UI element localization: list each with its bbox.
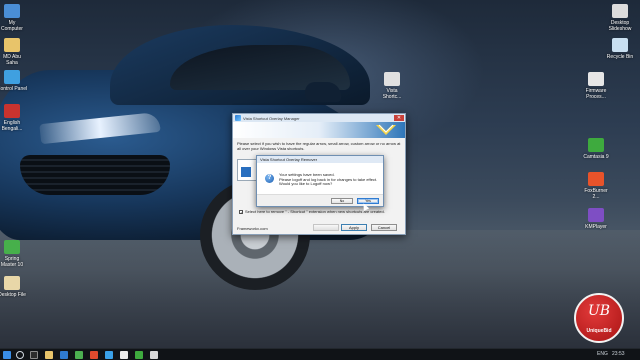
- disabled-button[interactable]: [313, 224, 339, 231]
- manager-title-bar[interactable]: Vista Shortcut Overlay Manager ✕: [233, 114, 405, 122]
- yes-button[interactable]: Yes: [357, 198, 379, 204]
- manager-banner: [233, 122, 405, 138]
- desktop-icon[interactable]: Recycle Bin: [600, 38, 640, 60]
- dialog-message: Your settings have been saved. Please lo…: [279, 172, 377, 187]
- taskbar: ENG 23:53: [0, 348, 640, 360]
- desktop-icon[interactable]: KMPlayer: [576, 208, 616, 230]
- language-indicator[interactable]: ENG: [597, 351, 608, 357]
- desktop-icon-label: Camtasia 9: [583, 154, 609, 160]
- desktop-icon-label: Vista Shortc...: [382, 88, 402, 100]
- program-icon: [588, 72, 604, 86]
- desktop-icon-label: FoxBurner 2...: [584, 188, 608, 200]
- overlay-remover-dialog: Vista Shortcut Overlay Remover ? Your se…: [256, 155, 384, 207]
- wallpaper-car-mirror: [305, 82, 341, 102]
- manager-description: Please select if you wish to have the re…: [237, 141, 401, 151]
- shortcut-arrow-icon: [240, 166, 252, 178]
- watermark-monogram: UB: [587, 303, 611, 319]
- firefox-icon[interactable]: [90, 351, 98, 359]
- clock[interactable]: 23:53: [612, 351, 625, 357]
- desktop-icon-label: English Bengali...: [1, 120, 23, 132]
- desktop-icon[interactable]: Camtasia 9: [576, 138, 616, 160]
- desktop-icon[interactable]: FoxBurner 2...: [576, 172, 616, 200]
- desktop-icon-label: KMPlayer: [585, 224, 607, 230]
- desktop-icon[interactable]: Firmware Proces...: [576, 72, 616, 100]
- desktop-icon-label: Control Panel: [0, 86, 28, 92]
- wallpaper-car-grille: [20, 155, 170, 195]
- uniquebid-watermark: UB UniqueBid: [574, 293, 624, 343]
- no-button[interactable]: No: [331, 198, 353, 204]
- desktop-icon-label: My Computer: [1, 20, 23, 32]
- dialog-message-line: Would you like to Logoff now?: [279, 181, 333, 186]
- chrome-icon[interactable]: [75, 351, 83, 359]
- desktop-icon[interactable]: Desktop Slideshow: [600, 4, 640, 32]
- desktop-icon[interactable]: English Bengali...: [0, 104, 32, 132]
- edge-icon[interactable]: [60, 351, 68, 359]
- kmplayer-icon: [588, 208, 604, 222]
- desktop-icon[interactable]: MD Abu Saha: [0, 38, 32, 66]
- computer-icon: [4, 4, 20, 18]
- remove-extension-checkbox[interactable]: ✓: [239, 209, 243, 214]
- control-panel-icon: [4, 70, 20, 84]
- start-button-icon[interactable]: [3, 351, 11, 359]
- camtasia-taskbar-icon[interactable]: [135, 351, 143, 359]
- pinned-app-icon[interactable]: [105, 351, 113, 359]
- shortcut-file-icon: [384, 72, 400, 86]
- apply-button[interactable]: Apply: [341, 224, 367, 231]
- active-window-icon[interactable]: [150, 351, 158, 359]
- desktop-icon-label: Desktop Slideshow: [608, 20, 632, 32]
- desktop-icon[interactable]: Control Panel: [0, 70, 32, 92]
- desktop-icon-label: MD Abu Saha: [3, 54, 21, 66]
- user-folder-icon: [4, 38, 20, 52]
- file-icon: [4, 276, 20, 290]
- camtasia-icon: [588, 138, 604, 152]
- app-icon: [235, 115, 241, 121]
- desktop-icon-label: Spring Master 10: [0, 256, 24, 268]
- dictionary-icon: [4, 104, 20, 118]
- recycle-bin-icon: [612, 38, 628, 52]
- wallpaper-road: [0, 230, 640, 350]
- close-icon[interactable]: ✕: [394, 115, 404, 121]
- task-view-icon[interactable]: [30, 351, 38, 359]
- desktop-icon-label: Firmware Proces...: [585, 88, 607, 100]
- watermark-text: UniqueBid: [586, 328, 612, 334]
- frameworkx-link[interactable]: Frameworkx.com: [237, 226, 268, 231]
- dialog-title[interactable]: Vista Shortcut Overlay Remover: [257, 156, 383, 163]
- manager-title: Vista Shortcut Overlay Manager: [243, 116, 300, 121]
- desktop-icon[interactable]: My Computer: [0, 4, 32, 32]
- search-icon[interactable]: [16, 351, 24, 359]
- desktop-icon[interactable]: Spring Master 10: [0, 240, 32, 268]
- desktop-icon-label: Recycle Bin: [606, 54, 634, 60]
- pinned-app-icon[interactable]: [120, 351, 128, 359]
- slideshow-icon: [612, 4, 628, 18]
- file-explorer-icon[interactable]: [45, 351, 53, 359]
- spring-app-icon: [4, 240, 20, 254]
- desktop-icon[interactable]: Desktop File: [0, 276, 32, 298]
- cancel-button[interactable]: Cancel: [371, 224, 397, 231]
- question-icon: ?: [265, 174, 274, 183]
- burner-icon: [588, 172, 604, 186]
- frameworkx-logo-icon: [376, 124, 396, 135]
- desktop-icon-label: Desktop File: [0, 292, 26, 298]
- desktop-icon[interactable]: Vista Shortc...: [372, 72, 412, 100]
